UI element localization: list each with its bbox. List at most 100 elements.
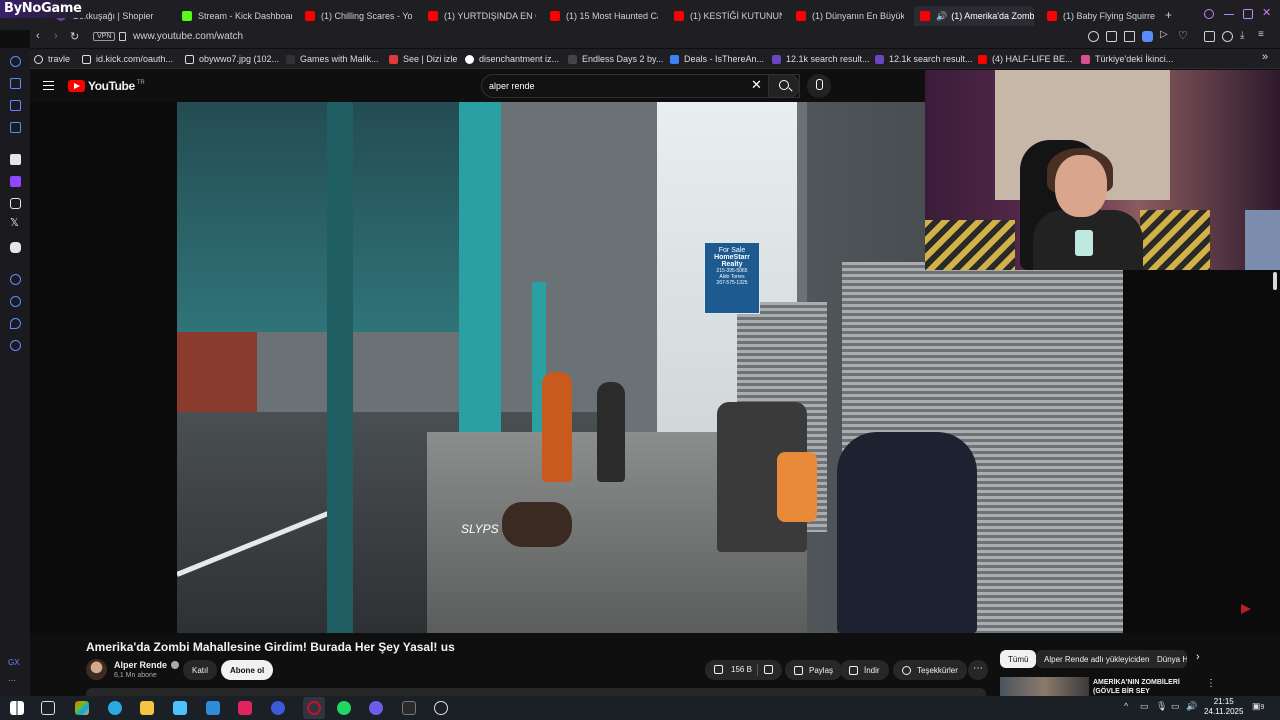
vpn-badge[interactable]: VPN — [93, 32, 116, 41]
profile-icon[interactable] — [1222, 31, 1233, 42]
obs-icon[interactable] — [434, 701, 448, 715]
bookmarks-overflow-icon[interactable]: » — [1262, 51, 1268, 63]
bookmark-travle[interactable]: travle — [34, 54, 70, 64]
youtube-logo[interactable]: YouTube TR — [68, 79, 145, 93]
minimize-icon[interactable] — [1224, 14, 1234, 15]
tab-yurtdisinda[interactable]: (1) YURTDIŞINDA EN ÇO — [428, 6, 536, 26]
thanks-button[interactable]: Teşekkürler — [893, 660, 967, 680]
tab-baby-flying-squirrel[interactable]: (1) Baby Flying Squirrel — [1047, 6, 1155, 26]
tray-app-icon[interactable]: ▭ — [1140, 701, 1149, 712]
music-icon[interactable] — [10, 122, 21, 133]
download-button[interactable]: İndir — [840, 660, 889, 680]
bookmark-obywwo7[interactable]: obywwo7.jpg (102... — [185, 54, 279, 64]
twitch-icon[interactable] — [10, 176, 21, 187]
notifications-icon[interactable]: ▣9 — [1252, 701, 1264, 712]
join-button[interactable]: Katıl — [183, 660, 218, 680]
history-icon[interactable] — [10, 296, 21, 307]
settings-icon[interactable] — [10, 340, 21, 351]
player-icon[interactable] — [10, 274, 21, 285]
channel-avatar[interactable] — [86, 659, 107, 680]
back-icon[interactable]: ‹ — [36, 30, 40, 42]
copilot-icon[interactable] — [75, 701, 89, 715]
tray-chevron-icon[interactable]: ^ — [1124, 701, 1128, 711]
epic-games-icon[interactable] — [402, 701, 416, 715]
recommended-thumbnail[interactable] — [1000, 677, 1089, 696]
x-icon[interactable]: 𝕏 — [10, 218, 21, 229]
bookmark-search-result-1[interactable]: 12.1k search result... — [772, 54, 870, 64]
bookmark-disenchantment[interactable]: disenchantment iz... — [465, 54, 559, 64]
channel-name[interactable]: Alper Rende — [114, 660, 180, 670]
extensions-icon[interactable] — [1204, 31, 1215, 42]
pin-icon[interactable] — [1106, 31, 1117, 42]
description-box[interactable] — [86, 688, 986, 696]
store-icon[interactable] — [173, 701, 187, 715]
tab-haunted[interactable]: (1) 15 Most Haunted Cas — [550, 6, 658, 26]
bookmark-search-result-2[interactable]: 12.1k search result... — [875, 54, 973, 64]
reload-icon[interactable]: ↻ — [70, 30, 79, 43]
forward-icon[interactable]: › — [54, 30, 58, 42]
play-icon[interactable]: ▷ — [1160, 29, 1171, 40]
aria-icon[interactable] — [10, 56, 21, 67]
search-query[interactable]: alper rende — [489, 81, 535, 91]
bookmark-games-malik[interactable]: Games with Malik... — [286, 54, 379, 64]
start-icon[interactable] — [10, 701, 24, 715]
dislike-button[interactable] — [764, 665, 773, 674]
snapshot-icon[interactable] — [1124, 31, 1135, 42]
chip-all[interactable]: Tümü — [1000, 650, 1037, 668]
bookmark-turkiye[interactable]: Türkiye'deki İkinci... — [1081, 54, 1173, 64]
recommended-more-icon[interactable]: ⋮ — [1206, 678, 1216, 689]
messenger-icon[interactable] — [10, 100, 21, 111]
tab-kick-dashboard[interactable]: Stream - Kick Dashboar — [182, 6, 292, 26]
scrollbar-thumb[interactable] — [1273, 272, 1277, 290]
tab-kestigi[interactable]: (1) KESTİĞİ KUTUNUN İ — [674, 6, 782, 26]
download-icon[interactable]: ⤓ — [1240, 30, 1251, 41]
microphone-icon[interactable]: 🎙 — [1156, 701, 1167, 712]
discord-taskbar-icon[interactable] — [369, 701, 383, 715]
opera-gx-icon[interactable] — [307, 701, 321, 715]
url-field[interactable]: www.youtube.com/watch — [133, 31, 243, 42]
edge-icon[interactable] — [108, 701, 122, 715]
search-button[interactable] — [768, 74, 800, 98]
network-icon[interactable]: ▭ — [1171, 701, 1180, 712]
app-icon[interactable] — [238, 701, 252, 715]
voice-search-button[interactable] — [807, 74, 831, 98]
bookmark-endless-days[interactable]: Endless Days 2 by... — [568, 54, 663, 64]
tab-dunyanin[interactable]: (1) Dünyanın En Büyük — [796, 6, 904, 26]
workspace-icon[interactable] — [10, 78, 21, 89]
search-tabs-icon[interactable] — [1204, 9, 1214, 19]
clear-search-icon[interactable]: ✕ — [751, 77, 762, 93]
volume-icon[interactable]: 🔊 — [1186, 701, 1197, 712]
zoom-icon[interactable] — [1088, 31, 1099, 42]
new-tab-button[interactable]: + — [1165, 8, 1172, 22]
tab-chilling-scares[interactable]: (1) Chilling Scares - You — [305, 6, 413, 26]
share-button[interactable]: Paylaş — [785, 660, 843, 680]
bookmark-kick-oauth[interactable]: id.kick.com/oauth... — [82, 54, 173, 64]
app-icon-blue[interactable] — [271, 701, 285, 715]
close-icon[interactable]: ✕ — [1262, 6, 1272, 19]
recommended-title[interactable]: AMERİKA'NIN ZOMBİLERİ (GÖVLE BİR SEY — [1093, 678, 1193, 696]
bookmark-dizi-izle[interactable]: See | Dizi izle — [389, 54, 457, 64]
bookmark-half-life[interactable]: (4) HALF-LIFE BE... — [978, 54, 1073, 64]
chips-next-icon[interactable]: › — [1196, 651, 1200, 663]
tab-amerikada-zombi[interactable]: 🔊 (1) Amerika'da Zombi — [914, 6, 1034, 26]
menu-icon[interactable]: ≡ — [1258, 29, 1269, 40]
maximize-icon[interactable] — [1243, 9, 1253, 19]
heart-icon[interactable]: ♡ — [1178, 29, 1189, 42]
spotify-icon[interactable] — [337, 701, 351, 715]
subscribe-button[interactable]: Abone ol — [221, 660, 274, 680]
kick-sidebar-icon[interactable] — [10, 154, 21, 165]
like-button[interactable]: 156 B — [714, 665, 752, 674]
more-actions-button[interactable]: ⋯ — [968, 660, 988, 680]
file-explorer-icon[interactable] — [140, 701, 154, 715]
mail-icon[interactable] — [206, 701, 220, 715]
instagram-icon[interactable] — [10, 198, 21, 209]
chip-from-uploader[interactable]: Alper Rende adlı yükleyiciden — [1036, 650, 1158, 668]
chat-icon[interactable] — [10, 318, 21, 329]
discord-icon[interactable] — [10, 242, 21, 253]
task-view-icon[interactable] — [41, 701, 55, 715]
sidebar-more-icon[interactable]: ⋯ — [8, 676, 16, 685]
bookmark-deals[interactable]: Deals - IsThereAn... — [670, 54, 764, 64]
shield-icon[interactable] — [1142, 31, 1153, 42]
chip-world[interactable]: Dünya H — [1149, 650, 1187, 668]
hamburger-menu-icon[interactable] — [43, 81, 54, 90]
